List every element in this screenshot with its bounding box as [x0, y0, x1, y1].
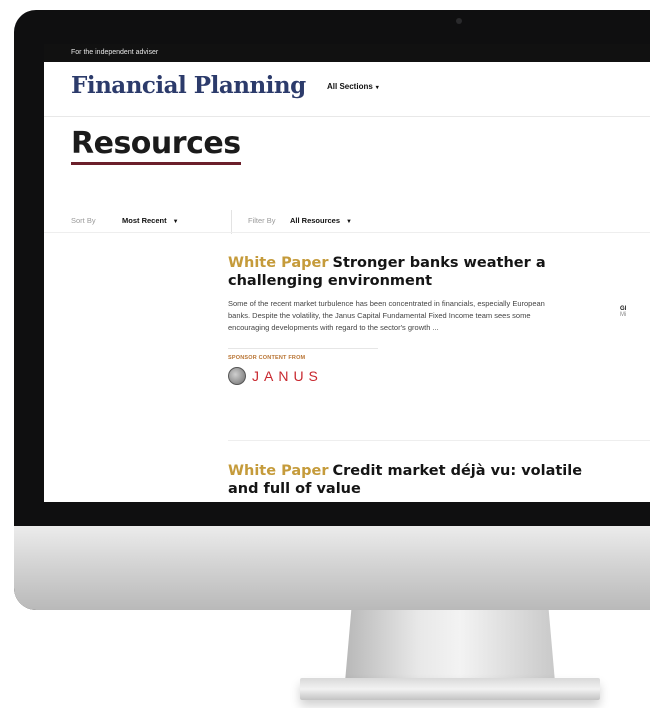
resource-description: Some of the recent market turbulence has…	[228, 299, 545, 332]
monitor-stand	[345, 610, 555, 682]
filter-label: Filter By	[248, 216, 276, 225]
caret-down-icon: ▼	[346, 219, 352, 225]
filter-value: All Resources	[290, 216, 341, 225]
resource-item[interactable]: White Paper Stronger banks weather a chal…	[228, 254, 588, 385]
teaser-meta: Mi	[620, 312, 627, 318]
monitor-chin	[14, 526, 650, 610]
resource-type: White Paper	[228, 255, 329, 271]
resource-type: White Paper	[228, 463, 329, 479]
list-controls: Sort By Most Recent ▼ Filter By All Resou…	[71, 210, 650, 234]
sort-value: Most Recent	[122, 216, 167, 225]
site-tagline: For the independent adviser	[71, 49, 159, 56]
tagline-bar: For the independent adviser	[44, 44, 650, 62]
all-sections-label: All Sections	[327, 82, 373, 91]
controls-divider	[44, 232, 650, 233]
sidebar-teaser[interactable]: Gl Mi	[620, 306, 626, 318]
filter-dropdown[interactable]: All Resources ▼	[290, 216, 352, 225]
resource-title[interactable]: White Paper Stronger banks weather a chal…	[228, 254, 588, 290]
monitor-frame: For the independent adviser Financial Pl…	[14, 10, 650, 610]
page-title: Resources	[71, 126, 241, 165]
divider	[231, 210, 232, 234]
caret-down-icon: ▼	[172, 219, 179, 225]
sponsor-name: JANUS	[252, 368, 323, 384]
sponsor-logo[interactable]: JANUS	[228, 367, 588, 385]
item-divider	[228, 440, 650, 441]
resource-title[interactable]: White Paper Credit market déjà vu: volati…	[228, 462, 588, 498]
sort-dropdown[interactable]: Most Recent ▼	[122, 216, 179, 225]
monitor-stand-base	[300, 678, 600, 700]
resource-item[interactable]: White Paper Credit market déjà vu: volati…	[228, 462, 588, 498]
chevron-down-icon: ▾	[375, 85, 379, 91]
all-sections-menu[interactable]: All Sections ▾	[327, 82, 379, 91]
sort-label: Sort By	[71, 216, 96, 225]
janus-emblem-icon	[228, 367, 246, 385]
site-logo[interactable]: Financial Planning	[71, 72, 306, 99]
camera-dot	[456, 18, 462, 24]
site-header: Financial Planning All Sections ▾	[44, 62, 650, 117]
screen: For the independent adviser Financial Pl…	[44, 44, 650, 502]
sponsor-label: SPONSOR CONTENT FROM	[228, 348, 378, 361]
